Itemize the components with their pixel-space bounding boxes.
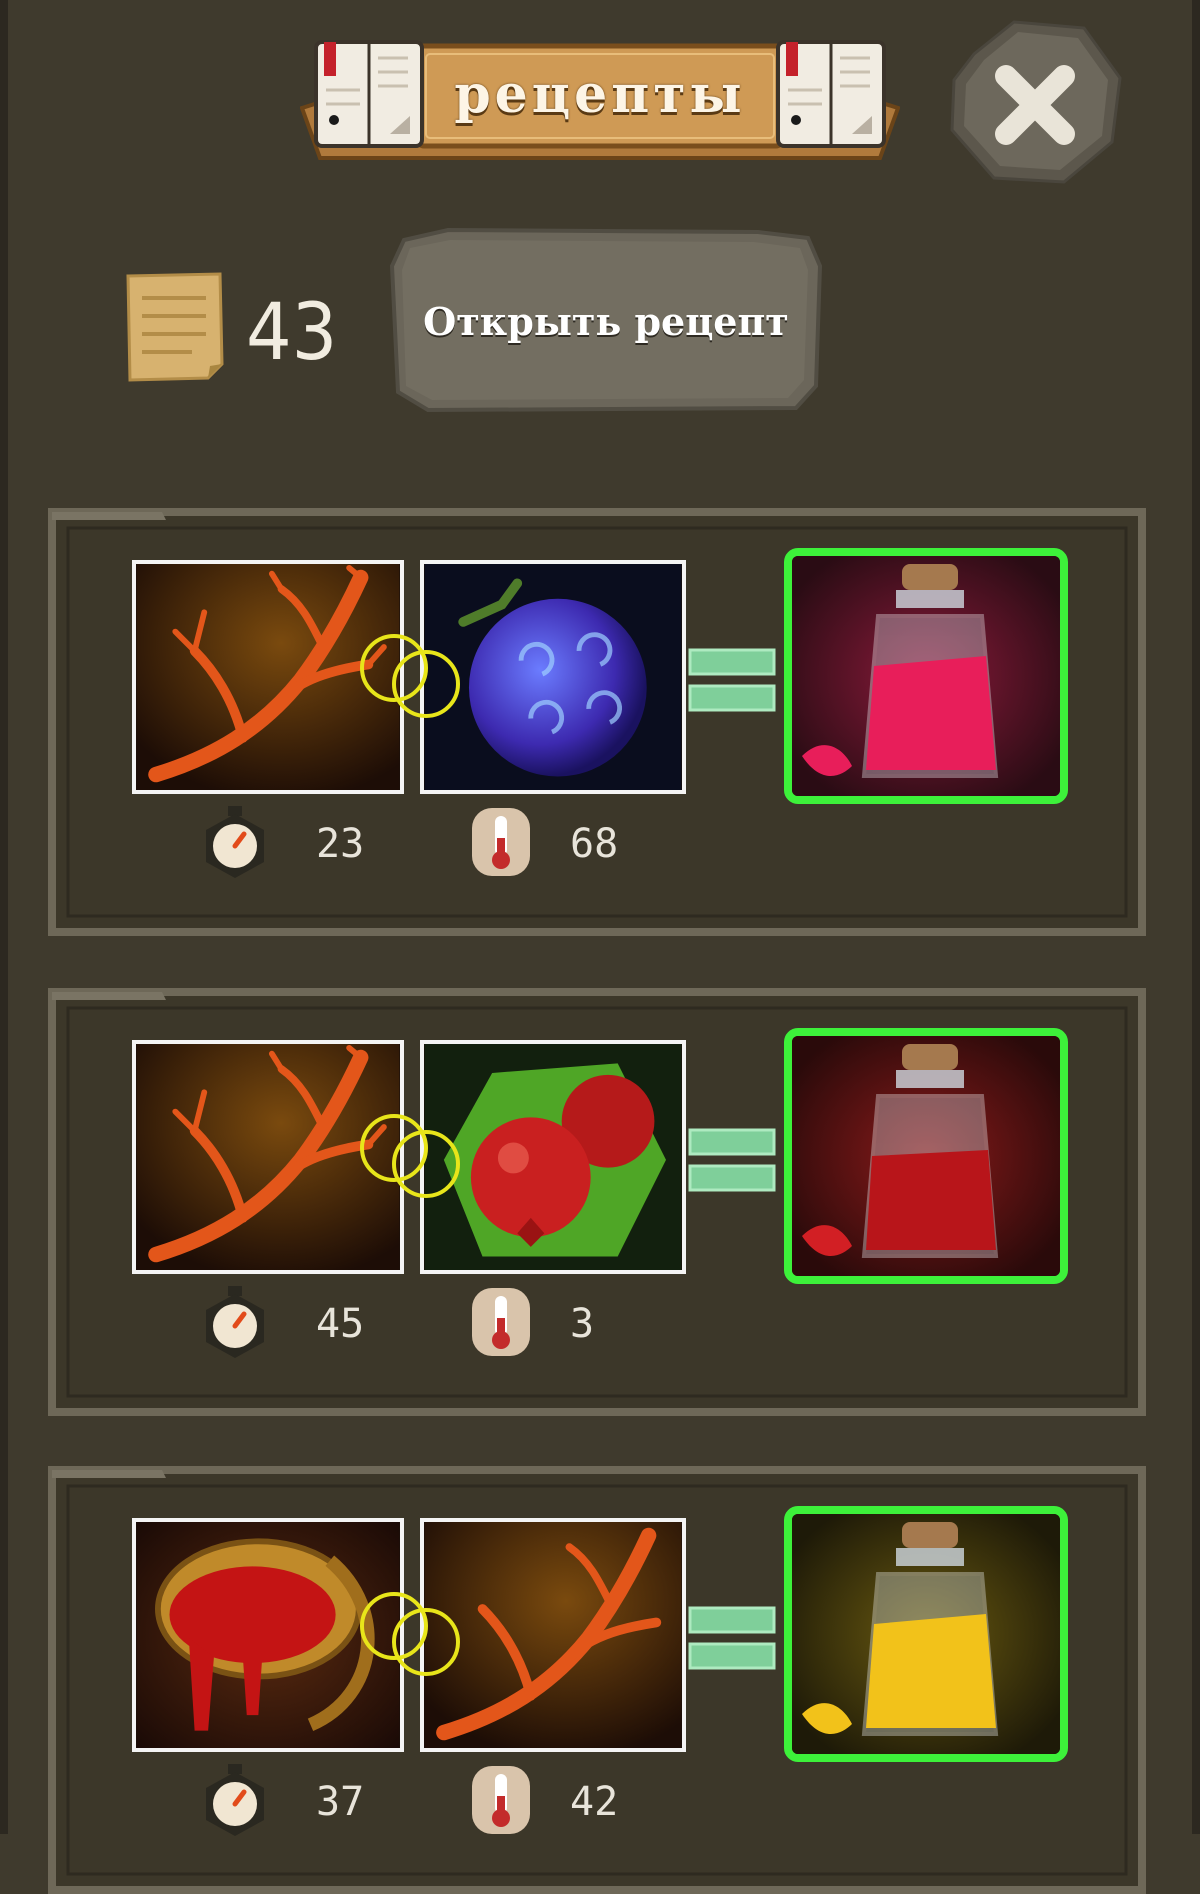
equals-icon (688, 1606, 776, 1670)
close-button[interactable] (944, 14, 1126, 186)
scroll-count: 43 (246, 288, 338, 378)
thermometer-icon (472, 1766, 530, 1834)
stone-button-bg (389, 227, 823, 413)
result-slot[interactable] (784, 1028, 1068, 1284)
temperature-value: 3 (570, 1301, 595, 1347)
recipe-card[interactable]: 23 68 (48, 508, 1146, 936)
stopwatch-icon (206, 1286, 264, 1358)
recipe-card[interactable]: 37 42 (48, 1466, 1146, 1894)
stopwatch-icon (206, 806, 264, 878)
red-potion-icon (792, 556, 1060, 796)
temperature-value: 42 (570, 1779, 619, 1825)
time-value: 37 (316, 1779, 365, 1825)
thermometer-icon (472, 808, 530, 876)
thermometer-icon (472, 1288, 530, 1356)
left-book-icon (314, 40, 424, 148)
equals-icon (688, 648, 776, 712)
close-icon (950, 20, 1122, 184)
result-slot[interactable] (784, 1506, 1068, 1762)
scroll-icon (126, 272, 224, 382)
temperature-value: 68 (570, 821, 619, 867)
link-icon (360, 634, 460, 718)
result-slot[interactable] (784, 548, 1068, 804)
stopwatch-icon (206, 1764, 264, 1836)
time-value: 23 (316, 821, 365, 867)
recipe-card[interactable]: 45 3 (48, 988, 1146, 1416)
time-value: 45 (316, 1301, 365, 1347)
link-icon (360, 1592, 460, 1676)
open-recipe-button[interactable] (388, 226, 824, 416)
right-book-icon (776, 40, 886, 148)
equals-icon (688, 1128, 776, 1192)
dark-red-potion-icon (792, 1036, 1060, 1276)
yellow-potion-icon (792, 1514, 1060, 1754)
page-title: рецепты (454, 63, 746, 125)
link-icon (360, 1114, 460, 1198)
